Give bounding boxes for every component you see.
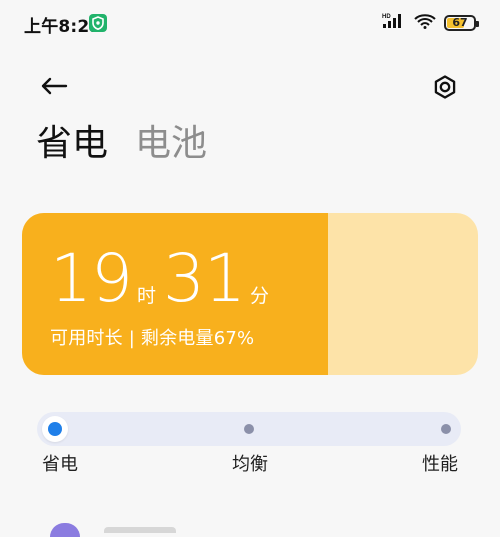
mode-label-performance[interactable]: 性能 (422, 456, 458, 474)
back-button[interactable] (36, 70, 72, 102)
network-type-label: HD (382, 14, 391, 20)
wifi-icon (413, 12, 437, 34)
gear-icon (434, 75, 456, 99)
remaining-hours: 19 (50, 240, 133, 317)
signal-icon: HD (382, 12, 406, 34)
battery-cap (476, 21, 479, 27)
battery-percent-text: 67 (452, 16, 468, 29)
page-title-tabs: 省电 电池 (36, 126, 207, 162)
mode-label-power-saving[interactable]: 省电 (42, 456, 78, 474)
partial-list-icon (50, 523, 80, 537)
battery-subtitle: 可用时长 | 剩余电量67% (50, 328, 255, 349)
slider-stop-balanced[interactable] (244, 424, 254, 434)
status-icons: HD 67 (382, 12, 479, 34)
minute-unit: 分 (249, 285, 269, 307)
slider-thumb[interactable] (42, 416, 68, 442)
settings-button[interactable] (430, 72, 460, 102)
power-mode-slider[interactable] (37, 412, 461, 446)
mode-label-balanced[interactable]: 均衡 (232, 456, 268, 474)
partial-list-text (104, 527, 176, 533)
tab-power-saving[interactable]: 省电 (36, 126, 108, 162)
hour-unit: 时 (136, 285, 156, 307)
remaining-minutes: 31 (163, 240, 246, 317)
status-bar: 上午8:21 HD 67 (0, 0, 500, 48)
slider-stop-performance[interactable] (441, 424, 451, 434)
tab-battery[interactable]: 电池 (135, 126, 207, 162)
battery-card: 19 时 31 分 可用时长 | 剩余电量67% (22, 213, 478, 375)
arrow-left-icon (41, 77, 68, 95)
shield-icon (89, 14, 107, 32)
remaining-time: 19 时 31 分 (50, 238, 276, 312)
battery-card-content: 19 时 31 分 可用时长 | 剩余电量67% (50, 238, 276, 350)
battery-icon: 67 (444, 15, 479, 31)
